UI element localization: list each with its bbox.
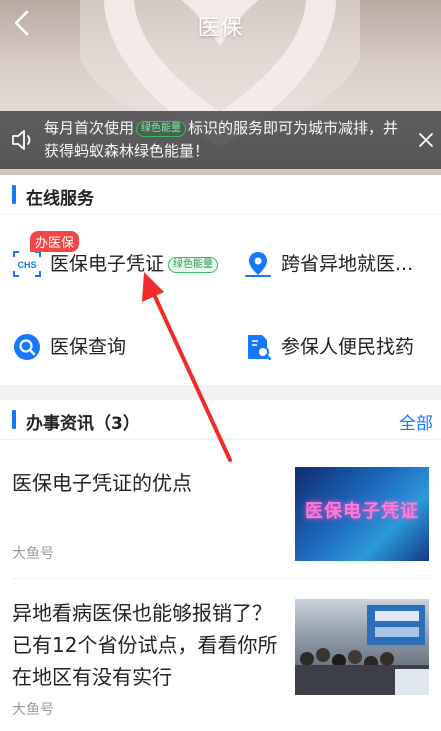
news-section: 办事资讯（3） 全部 医保电子凭证的优点 大鱼号 医保电子凭证 异地看病医保也能… — [0, 400, 441, 731]
news-thumbnail — [295, 599, 429, 695]
view-all-link[interactable]: 全部 — [399, 409, 433, 434]
news-item[interactable]: 异地看病医保也能够报销了？已有12个省份试点，看看你所在地区有没有实行 大鱼号 — [12, 595, 429, 725]
section-title: 在线服务 — [26, 189, 94, 209]
thumbnail-text: 医保电子凭证 — [305, 501, 419, 522]
section-title: 办事资讯（3） — [26, 414, 140, 434]
chs-icon: CHS — [13, 251, 41, 277]
service-label: 参保人便民找药 — [281, 336, 415, 358]
search-circle-icon — [14, 334, 40, 360]
divider — [12, 578, 429, 579]
news-thumbnail: 医保电子凭证 — [295, 467, 429, 561]
service-medical-query[interactable]: 医保查询 — [12, 328, 212, 368]
service-label-text: 医保电子凭证 — [50, 253, 165, 275]
news-item[interactable]: 医保电子凭证的优点 大鱼号 医保电子凭证 — [12, 463, 429, 563]
service-label: 医保查询 — [50, 336, 127, 358]
page-title: 医保 — [197, 16, 244, 41]
news-title: 异地看病医保也能够报销了？已有12个省份试点，看看你所在地区有没有实行 — [12, 601, 278, 689]
section-accent-bar — [12, 185, 16, 204]
service-label: 医保电子凭证 绿色能量 — [50, 249, 219, 276]
service-cross-province[interactable]: 跨省异地就医... — [243, 245, 433, 285]
section-accent-bar — [12, 410, 16, 429]
online-services-section: 在线服务 CHS 医保电子凭证 绿色能量 跨省异地就医... 医保查询 参保人便… — [0, 175, 441, 385]
news-title: 医保电子凭证的优点 — [12, 471, 192, 495]
close-icon[interactable] — [417, 131, 435, 149]
service-find-medicine[interactable]: 参保人便民找药 — [243, 328, 433, 368]
notice-text-before: 每月首次使用 — [44, 119, 135, 137]
section-header: 办事资讯（3） 全部 — [0, 400, 441, 440]
section-header: 在线服务 — [0, 175, 441, 215]
header-banner: 医保 每月首次使用 绿色能量 标识的服务即可为城市减排，并获得蚂蚁森林绿色能量！ — [0, 0, 441, 175]
crowd-photo — [295, 605, 429, 695]
green-energy-badge: 绿色能量 — [168, 257, 219, 273]
notice-bar: 每月首次使用 绿色能量 标识的服务即可为城市减排，并获得蚂蚁森林绿色能量！ — [0, 111, 441, 169]
speaker-icon — [12, 130, 31, 150]
svg-text:CHS: CHS — [17, 260, 36, 270]
notice-text: 每月首次使用 绿色能量 标识的服务即可为城市减排，并获得蚂蚁森林绿色能量！ — [44, 117, 399, 163]
document-search-icon — [248, 335, 272, 361]
service-label: 跨省异地就医... — [281, 253, 414, 275]
news-source: 大鱼号 — [12, 702, 54, 718]
service-tag: 办医保 — [30, 231, 80, 252]
page: 医保 每月首次使用 绿色能量 标识的服务即可为城市减排，并获得蚂蚁森林绿色能量！ 在… — [0, 0, 441, 731]
location-icon — [245, 252, 271, 277]
green-energy-badge: 绿色能量 — [136, 121, 187, 137]
news-source: 大鱼号 — [12, 546, 54, 562]
